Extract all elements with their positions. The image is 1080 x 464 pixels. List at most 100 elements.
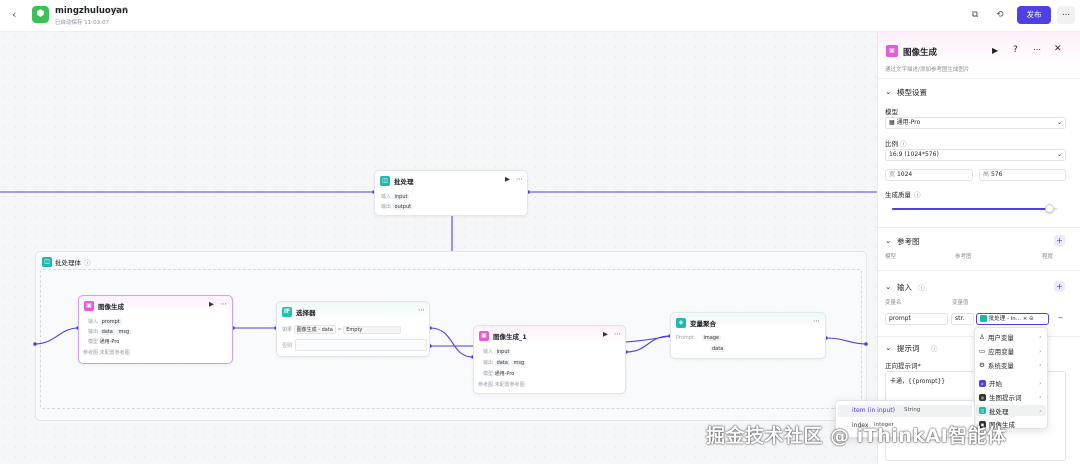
image-gen-1-node[interactable]: ▣ 图像生成_1 ▶ ⋯ 输入 input 输出 data msg 模型 通用-P… xyxy=(473,325,626,394)
menu-item-app-vars[interactable]: ▭ 应用变量 › xyxy=(979,346,1042,356)
var-ref-select[interactable]: 批处理 - in... × ⊝ xyxy=(976,313,1049,325)
add-input-button[interactable]: + xyxy=(1054,281,1065,292)
width-value: 1024 xyxy=(896,171,913,178)
run-icon[interactable]: ▶ xyxy=(603,330,608,338)
model-section-chevron-icon[interactable]: ⌄ xyxy=(885,87,891,96)
panel-description: 通过文字描述/添加参考图生成图片 xyxy=(885,67,970,73)
cond-var: data xyxy=(321,327,333,333)
node-title: 图像生成_1 xyxy=(493,333,527,341)
menu-item-label: 应用变量 xyxy=(988,348,1015,356)
run-icon[interactable]: ▶ xyxy=(505,175,510,183)
submenu-item-name[interactable]: item (in input) xyxy=(852,407,895,414)
menu-item-image-prompt[interactable]: ◎ 生图提示词 › xyxy=(979,392,1042,402)
menu-item-label: 用户变量 xyxy=(987,334,1014,342)
more-icon[interactable]: ⋯ xyxy=(418,306,425,314)
gear-icon: ⚙ xyxy=(979,361,985,369)
menu-item-user-vars[interactable]: ♙ 用户变量 › xyxy=(979,332,1042,342)
chevron-down-icon: ⌄ xyxy=(1056,151,1062,158)
menu-item-label: 批处理 xyxy=(989,407,1009,416)
var-type-value: str. xyxy=(955,315,965,322)
aggregate-tag: data xyxy=(710,346,726,352)
var-value-header: 变量值 xyxy=(952,300,969,306)
more-icon[interactable]: ⋯ xyxy=(1057,6,1075,24)
target-icon[interactable]: ⊝ xyxy=(1029,316,1034,322)
batch-node[interactable]: ◫ 批处理 ▶ ⋯ 输入 input 输出 output xyxy=(374,170,528,216)
height-field[interactable]: 高 576 xyxy=(979,169,1066,181)
else-label: 否则 xyxy=(282,343,293,349)
wire-body-to-image-gen xyxy=(34,327,79,345)
batch-icon: ◫ xyxy=(380,176,390,186)
model-select[interactable]: ▦ 通用-Pro ⌄ xyxy=(885,117,1066,129)
ratio-select[interactable]: 16:9 (1024*576) ⌄ xyxy=(885,149,1066,161)
input-tag: prompt xyxy=(99,319,122,325)
prompt-section-chevron-icon[interactable]: ⌄ xyxy=(885,343,891,352)
more-icon[interactable]: ⋯ xyxy=(614,330,621,338)
info-icon: ⓘ xyxy=(931,345,938,353)
help-icon[interactable]: ? xyxy=(1013,45,1018,55)
prompt-text: 卡通，{{prompt}} xyxy=(890,378,946,385)
input-tag: input xyxy=(392,194,410,200)
output-tag: data xyxy=(99,329,115,335)
ref-section-chevron-icon[interactable]: ⌄ xyxy=(885,236,891,245)
publish-button[interactable]: 发布 xyxy=(1017,6,1051,24)
model-label: 模型 xyxy=(483,371,494,377)
run-icon[interactable]: ▶ xyxy=(992,46,998,55)
watermark: 掘金技术社区 @ iThinkAI智能体 xyxy=(706,425,1007,447)
start-icon: ▸ xyxy=(979,379,986,387)
ref-section-title: 参考图 xyxy=(897,237,920,246)
prompt-section-title: 提示词 xyxy=(897,344,920,353)
menu-item-system-vars[interactable]: ⚙ 系统变量 › xyxy=(979,360,1042,370)
add-ref-button[interactable]: + xyxy=(1054,235,1065,246)
variable-aggregate-node[interactable]: ◈ 变量聚合 ⋯ Prompt image data xyxy=(670,312,826,359)
cond-value[interactable]: Empty xyxy=(343,326,402,334)
menu-item-label: 开始 xyxy=(989,380,1002,388)
copy-icon[interactable]: ⧉ xyxy=(972,10,978,20)
wire-aggregate-out xyxy=(825,337,867,345)
remove-var-icon[interactable]: − xyxy=(1058,314,1063,322)
info-icon: ⓘ xyxy=(914,191,921,199)
panel-title: 图像生成 xyxy=(903,48,938,58)
ref-label: 参考图 xyxy=(83,350,99,356)
run-icon[interactable]: ▶ xyxy=(209,300,214,308)
ref-label: 参考图 xyxy=(478,382,494,388)
menu-item-batch[interactable]: ◫ 批处理 › xyxy=(976,405,1046,416)
positive-prompt-label: 正向提示词* xyxy=(885,362,921,370)
input-label: 输入 xyxy=(381,194,392,200)
chevron-down-icon: ⌄ xyxy=(1056,119,1062,126)
history-icon[interactable]: ⟲ xyxy=(996,10,1004,20)
clear-icon[interactable]: × xyxy=(1023,316,1028,322)
model-value: 通用-Pro xyxy=(494,371,515,377)
folder-icon: ▭ xyxy=(979,347,986,355)
more-icon[interactable]: ⋯ xyxy=(220,300,227,308)
input-section-chevron-icon[interactable]: ⌄ xyxy=(885,282,891,291)
output-label: 输出 xyxy=(88,329,99,335)
ratio-label: 比例 xyxy=(885,140,898,148)
wire-selector-to-image-gen1 xyxy=(429,327,474,358)
quality-slider-track[interactable] xyxy=(892,208,1058,210)
output-tag: data xyxy=(494,360,510,366)
model-label: 模型 xyxy=(88,339,99,345)
selector-icon: IF xyxy=(282,307,292,317)
var-type-select[interactable]: str. xyxy=(951,313,974,325)
image-icon: ▣ xyxy=(886,45,898,57)
more-icon[interactable]: ⋯ xyxy=(813,317,820,325)
llm-icon: ◎ xyxy=(979,393,986,401)
width-field[interactable]: 宽 1024 xyxy=(885,169,973,181)
aggregate-icon: ◈ xyxy=(676,318,686,328)
image-icon: ▣ xyxy=(479,331,489,341)
output-label: 输出 xyxy=(381,204,392,210)
menu-item-start[interactable]: ▸ 开始 › xyxy=(979,378,1042,388)
image-gen-node[interactable]: ▣ 图像生成 ▶ ⋯ 输入 prompt 输出 data msg 模型 通用-Pr… xyxy=(78,295,233,364)
var-name-input[interactable]: prompt xyxy=(885,313,948,325)
selector-node[interactable]: IF 选择器 ⋯ 如果 图像生成 - data = Empty 否则 xyxy=(276,301,430,357)
chevron-right-icon: › xyxy=(1039,361,1042,369)
chevron-right-icon: › xyxy=(1039,347,1042,355)
more-icon[interactable]: ⋯ xyxy=(516,175,523,183)
quality-slider-handle[interactable] xyxy=(1045,204,1055,213)
submenu-item-type: String xyxy=(904,407,921,413)
input-label: 输入 xyxy=(88,319,99,325)
close-icon[interactable]: ✕ xyxy=(1054,44,1062,54)
variable-picker-menu: ♙ 用户变量 › ▭ 应用变量 › ⚙ 系统变量 › ▸ 开始 › ◎ 生图提示词 › ◫ 批处理 › … xyxy=(974,327,1048,429)
cond-source: 图像生成 xyxy=(296,327,317,333)
more-icon[interactable]: ⋯ xyxy=(1033,45,1041,54)
